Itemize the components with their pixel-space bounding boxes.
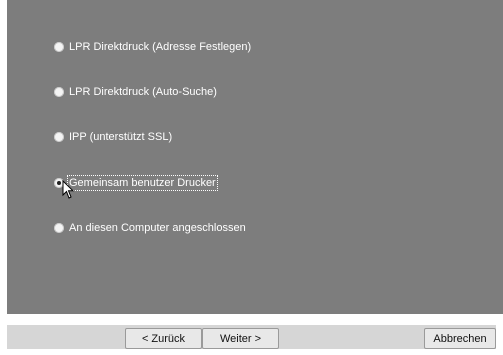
- option-label-shared-printer: Gemeinsam benutzer Drucker: [67, 175, 218, 191]
- option-label-local-computer: An diesen Computer angeschlossen: [69, 222, 246, 234]
- radio-button-lpr-direct-address[interactable]: [54, 42, 64, 52]
- radio-button-lpr-direct-auto[interactable]: [54, 87, 64, 97]
- option-lpr-direct-auto[interactable]: LPR Direktdruck (Auto-Suche): [54, 85, 217, 99]
- radio-button-local-computer[interactable]: [54, 223, 64, 233]
- radio-button-ipp[interactable]: [54, 132, 64, 142]
- option-lpr-direct-address[interactable]: LPR Direktdruck (Adresse Festlegen): [54, 40, 251, 54]
- next-button[interactable]: Weiter >: [202, 328, 279, 349]
- installer-window: LPR Direktdruck (Adresse Festlegen) LPR …: [0, 0, 503, 355]
- option-local-computer[interactable]: An diesen Computer angeschlossen: [54, 221, 246, 235]
- option-shared-printer[interactable]: Gemeinsam benutzer Drucker: [54, 175, 218, 191]
- cancel-button[interactable]: Abbrechen: [424, 328, 496, 349]
- back-button[interactable]: < Zurück: [125, 328, 202, 349]
- option-label-lpr-direct-address: LPR Direktdruck (Adresse Festlegen): [69, 41, 252, 53]
- option-label-lpr-direct-auto: LPR Direktdruck (Auto-Suche): [69, 86, 217, 98]
- option-label-ipp: IPP (unterstützt SSL): [69, 131, 173, 143]
- option-ipp[interactable]: IPP (unterstützt SSL): [54, 130, 172, 144]
- mouse-pointer-icon: [62, 180, 74, 199]
